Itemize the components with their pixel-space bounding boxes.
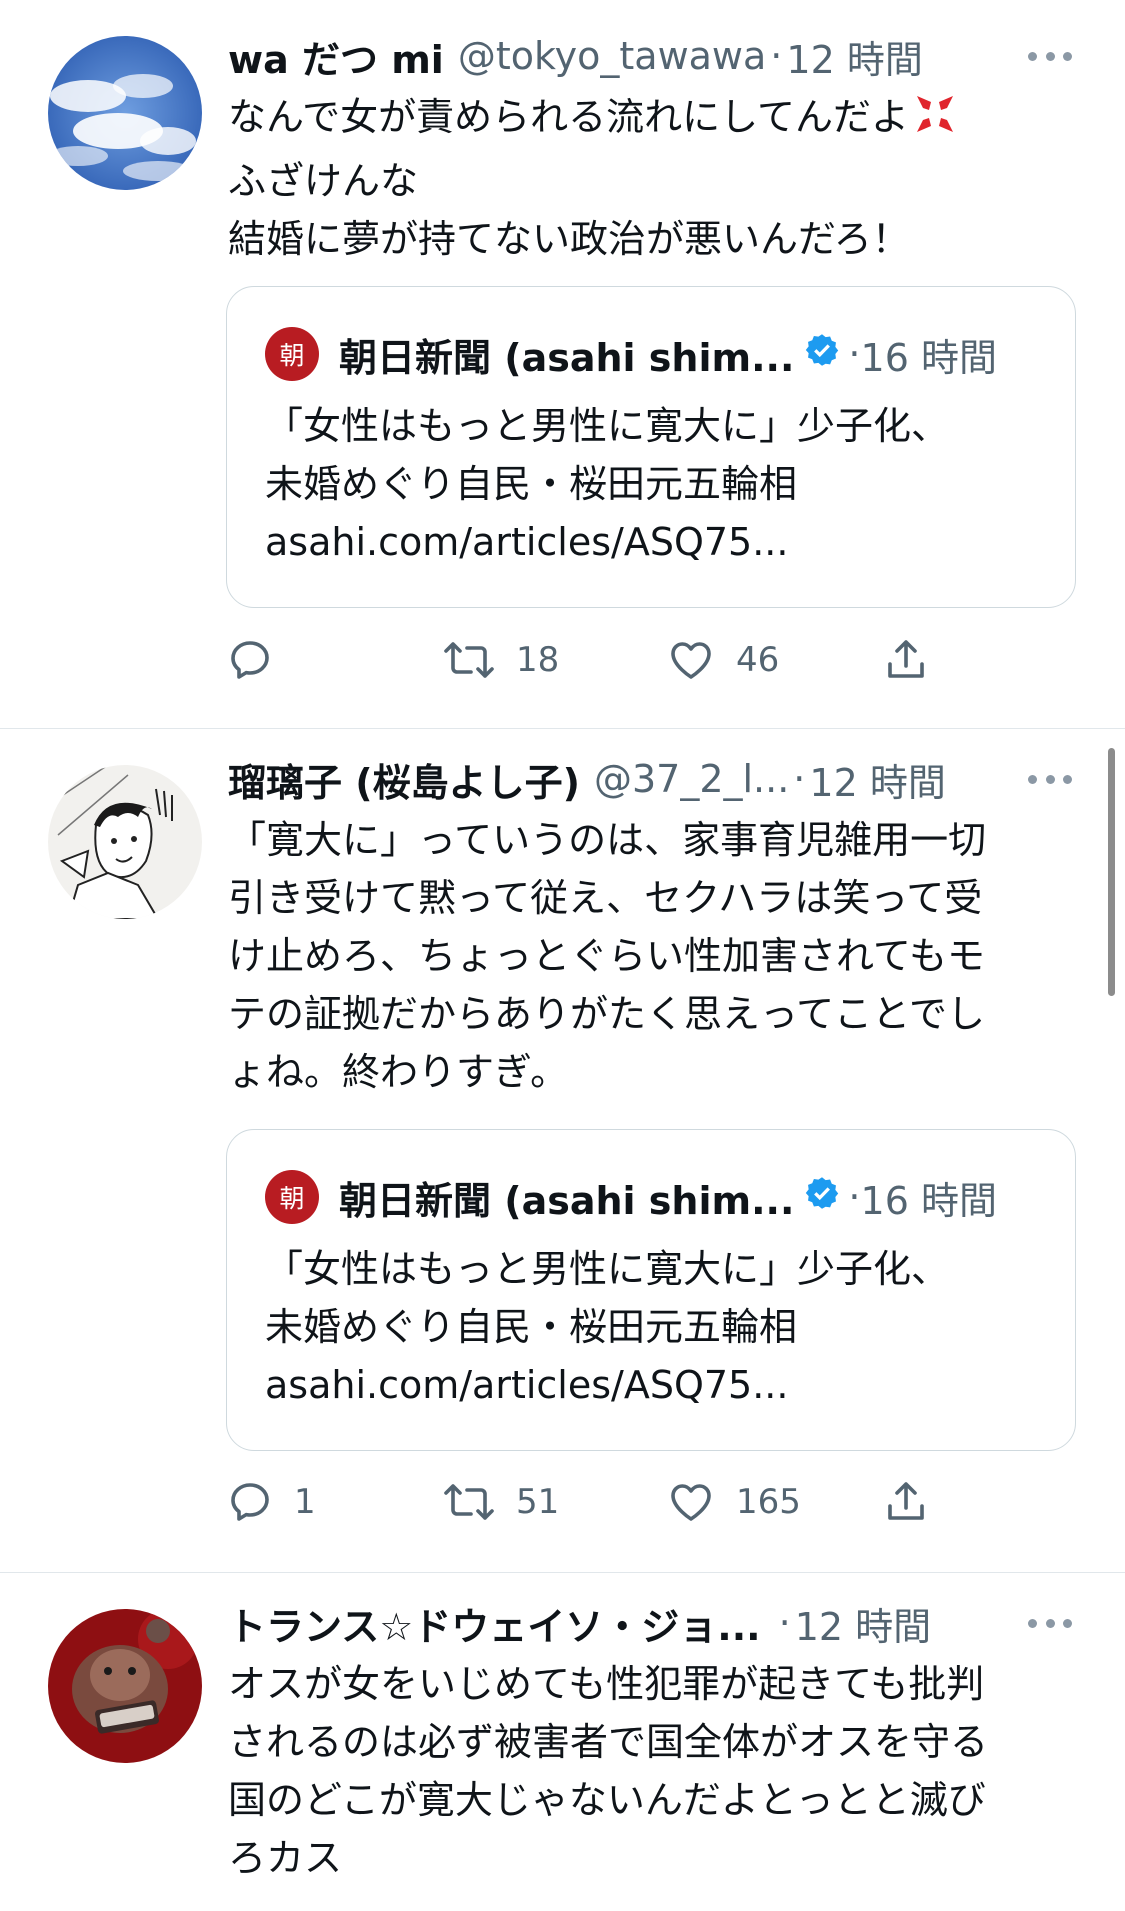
more-options-icon[interactable] <box>1028 46 1072 66</box>
tweet-text-line: 結婚に夢が持てない政治が悪いんだろ！ <box>228 217 910 261</box>
separator-dot: · <box>770 34 783 78</box>
quoted-link[interactable]: asahi.com/articles/ASQ75... <box>265 1356 949 1414</box>
retweet-count: 51 <box>516 1482 560 1522</box>
manga-avatar-image <box>48 765 202 919</box>
tweet-text-line: 国のどこが寛大じゃないんだよとっとと滅び <box>228 1778 986 1822</box>
like-button[interactable]: 165 <box>666 1472 801 1532</box>
display-name[interactable]: 瑠璃子 (桜島よし子) <box>228 752 580 807</box>
asahi-logo: 朝 <box>265 1170 319 1224</box>
tweet-text-line: け止めろ、ちょっとぐらい性加害されてもモ <box>228 934 985 978</box>
reply-count: 1 <box>294 1482 316 1522</box>
tweet-text-line: 引き受けて黙って従え、セクハラは笑って受 <box>228 876 983 920</box>
share-icon <box>882 1478 930 1526</box>
display-name[interactable]: トランス☆ドウェイソ・ジョ... <box>228 1596 761 1651</box>
tweet-divider <box>0 728 1125 729</box>
quoted-tweet-header: 朝日新聞 (asahi shim... · 16 時間 <box>339 327 997 381</box>
tweet-text: オスが女をいじめても性犯罪が起きても批判 されるのは必ず被害者で国全体がオスを守… <box>228 1655 1083 1887</box>
retweet-count: 18 <box>516 640 560 680</box>
tweet-actions: 1 51 165 <box>226 1472 946 1532</box>
verified-badge-icon <box>804 1175 840 1220</box>
quoted-timestamp: 16 時間 <box>860 1178 997 1223</box>
quoted-tweet-text: 「女性はもっと男性に寛大に」少子化、 未婚めぐり自民・桜田元五輪相 asahi.… <box>265 1240 949 1414</box>
reply-button[interactable]: 1 <box>226 1472 316 1532</box>
like-count: 165 <box>736 1482 801 1522</box>
tweet-text: なんで女が責められる流れにしてんだよ ふざけんな 結婚に夢が持てない政治が悪いん… <box>228 88 1083 268</box>
tweet-text-line: されるのは必ず被害者で国全体がオスを守る <box>228 1720 989 1764</box>
reply-icon <box>226 1478 274 1526</box>
tweet-text-line: テの証拠だからありがたく思えってことでし <box>228 992 985 1036</box>
tweet-header: トランス☆ドウェイソ・ジョ... · 12 時間 <box>228 1597 931 1649</box>
sky-avatar-image <box>48 36 202 190</box>
retweet-button[interactable]: 18 <box>442 630 559 690</box>
tweet-text-line: なんで女が責められる流れにしてんだよ <box>228 88 1083 152</box>
verified-badge-icon <box>804 332 840 377</box>
share-icon <box>882 636 930 684</box>
retweet-button[interactable]: 51 <box>442 1472 559 1532</box>
tweet-header: 瑠璃子 (桜島よし子) @37_2_l... · 12 時間 <box>228 753 946 805</box>
anger-symbol-icon <box>913 92 957 152</box>
display-name[interactable]: wa だつ mi <box>228 29 444 84</box>
quoted-tweet-text: 「女性はもっと男性に寛大に」少子化、 未婚めぐり自民・桜田元五輪相 asahi.… <box>265 397 949 571</box>
asahi-logo: 朝 <box>265 327 319 381</box>
tweet-divider <box>0 1572 1125 1573</box>
like-button[interactable]: 46 <box>666 630 779 690</box>
quoted-tweet[interactable]: 朝 朝日新聞 (asahi shim... · 16 時間 「女性はもっと男性に… <box>226 286 1076 608</box>
quoted-display-name: 朝日新聞 (asahi shim... <box>339 1178 795 1223</box>
more-options-icon[interactable] <box>1028 1613 1072 1633</box>
quoted-tweet[interactable]: 朝 朝日新聞 (asahi shim... · 16 時間 「女性はもっと男性に… <box>226 1129 1076 1451</box>
avatar[interactable] <box>48 1609 202 1763</box>
reply-button[interactable] <box>226 630 294 690</box>
tweet-text-line: ょね。終わりすぎ。 <box>228 1050 569 1094</box>
heart-icon <box>666 1478 716 1526</box>
separator-dot: · <box>848 1175 861 1219</box>
separator-dot: · <box>793 757 806 801</box>
separator-dot: · <box>778 1601 791 1645</box>
timestamp[interactable]: 12 時間 <box>786 29 922 84</box>
handle[interactable]: @37_2_l... <box>594 757 789 801</box>
quoted-text-line: 未婚めぐり自民・桜田元五輪相 <box>265 1305 798 1349</box>
timeline: wa だつ mi @tokyo_tawawa · 12 時間 なんで女が責められ… <box>0 0 1125 1911</box>
quoted-text-line: 未婚めぐり自民・桜田元五輪相 <box>265 462 798 506</box>
heart-icon <box>666 636 716 684</box>
tweet-actions: 18 46 <box>226 630 946 690</box>
quoted-link[interactable]: asahi.com/articles/ASQ75... <box>265 513 949 571</box>
tweet-text: 「寛大に」っていうのは、家事育児雑用一切 引き受けて黙って従え、セクハラは笑って… <box>228 811 1083 1101</box>
like-count: 46 <box>736 640 780 680</box>
avatar[interactable] <box>48 36 202 190</box>
tweet-text-line: オスが女をいじめても性犯罪が起きても批判 <box>228 1662 985 1706</box>
retweet-icon <box>442 1478 496 1526</box>
quoted-text-line: 「女性はもっと男性に寛大に」少子化、 <box>265 404 950 448</box>
tweet-text-line: 「寛大に」っていうのは、家事育児雑用一切 <box>228 818 987 862</box>
separator-dot: · <box>848 332 861 376</box>
quoted-text-line: 「女性はもっと男性に寛大に」少子化、 <box>265 1247 950 1291</box>
reply-icon <box>226 636 274 684</box>
scrollbar[interactable] <box>1108 748 1115 996</box>
quoted-display-name: 朝日新聞 (asahi shim... <box>339 335 795 380</box>
share-button[interactable] <box>882 630 930 690</box>
handle[interactable]: @tokyo_tawawa <box>458 34 766 78</box>
quoted-timestamp: 16 時間 <box>860 335 997 380</box>
plush-avatar-image <box>48 1609 202 1763</box>
timestamp[interactable]: 12 時間 <box>809 752 945 807</box>
tweet-text-line: ふざけんな <box>228 159 419 203</box>
quoted-tweet-header: 朝日新聞 (asahi shim... · 16 時間 <box>339 1170 997 1224</box>
tweet-header: wa だつ mi @tokyo_tawawa · 12 時間 <box>228 30 923 82</box>
more-options-icon[interactable] <box>1028 769 1072 789</box>
timestamp[interactable]: 12 時間 <box>795 1596 931 1651</box>
share-button[interactable] <box>882 1472 930 1532</box>
retweet-icon <box>442 636 496 684</box>
tweet-text-line: ろカス <box>228 1836 343 1880</box>
avatar[interactable] <box>48 765 202 919</box>
